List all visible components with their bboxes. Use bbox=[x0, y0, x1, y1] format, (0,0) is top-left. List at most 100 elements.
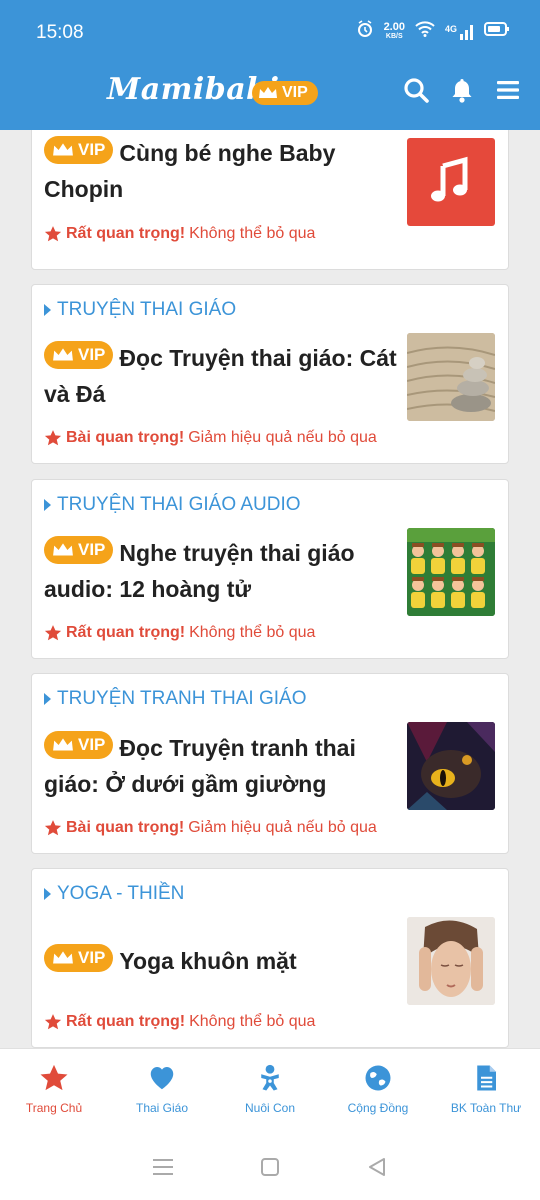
back-triangle-icon bbox=[368, 1158, 385, 1176]
nav-label: Cộng Đồng bbox=[347, 1101, 409, 1115]
nav-item-thai-giao[interactable]: Thai Giáo bbox=[108, 1049, 216, 1134]
lesson-card[interactable]: TRUYỆN TRANH THAI GIÁO VIP Đọc Truyện tr… bbox=[31, 673, 509, 854]
app-actions bbox=[402, 76, 522, 104]
lesson-title: VIP Yoga khuôn mặt bbox=[44, 943, 404, 979]
nav-label: Nuôi Con bbox=[244, 1101, 296, 1115]
search-button[interactable] bbox=[402, 76, 430, 104]
category-label[interactable]: TRUYỆN THAI GIÁO bbox=[44, 299, 236, 321]
category-label[interactable]: TRUYỆN TRANH THAI GIÁO bbox=[44, 688, 307, 710]
lesson-card[interactable]: TRUYỆN THAI GIÁO AUDIO VIP Nghe truyện t… bbox=[31, 479, 509, 659]
importance-desc: Không thể bỏ qua bbox=[189, 1013, 316, 1030]
alarm-icon bbox=[356, 20, 374, 43]
app-bar: Mamibabi VIP bbox=[0, 62, 540, 124]
category-label[interactable]: YOGA - THIỀN bbox=[44, 883, 184, 905]
system-nav-bar bbox=[0, 1134, 540, 1200]
nav-item-nuoi-con[interactable]: Nuôi Con bbox=[216, 1049, 324, 1134]
search-icon bbox=[404, 78, 429, 103]
category-text: TRUYỆN THAI GIÁO AUDIO bbox=[57, 494, 301, 515]
importance-level: Bài quan trọng! bbox=[66, 819, 185, 836]
importance-desc: Không thể bỏ qua bbox=[189, 225, 316, 242]
crown-icon bbox=[53, 348, 73, 361]
square-icon bbox=[260, 1158, 279, 1176]
lesson-card[interactable]: YOGA - THIỀN VIP Yoga khuôn mặt Rất quan… bbox=[31, 868, 509, 1048]
lesson-feed[interactable]: VIP Cùng bé nghe Baby Chopin Rất quan tr… bbox=[0, 130, 540, 1048]
network-speed-value: 2.00 bbox=[383, 20, 405, 33]
home-button[interactable] bbox=[250, 1147, 290, 1187]
nav-label: Thai Giáo bbox=[135, 1101, 189, 1115]
network-type: 4G bbox=[444, 23, 457, 34]
star-icon bbox=[40, 1064, 68, 1091]
face-massage-image bbox=[407, 917, 495, 1005]
vip-badge-label: VIP bbox=[78, 540, 106, 559]
category-text: TRUYỆN THAI GIÁO bbox=[57, 299, 237, 320]
star-icon bbox=[44, 625, 62, 641]
crown-icon bbox=[53, 738, 73, 751]
vip-badge: VIP bbox=[44, 341, 114, 369]
vip-badge-label: VIP bbox=[78, 948, 106, 967]
importance-note: Rất quan trọng! Không thể bỏ qua bbox=[44, 1013, 315, 1031]
caret-right-icon bbox=[44, 888, 51, 900]
importance-desc: Không thể bỏ qua bbox=[189, 624, 316, 641]
vip-badge: VIP bbox=[44, 944, 114, 972]
importance-note: Rất quan trọng! Không thể bỏ qua bbox=[44, 225, 315, 243]
vip-badge: VIP bbox=[44, 731, 114, 759]
category-text: TRUYỆN TRANH THAI GIÁO bbox=[57, 688, 307, 709]
baby-icon bbox=[261, 1064, 279, 1091]
status-time: 15:08 bbox=[36, 22, 84, 43]
importance-desc: Giảm hiệu quả nếu bỏ qua bbox=[188, 819, 377, 836]
wifi-icon bbox=[415, 21, 435, 42]
vip-badge-label: VIP bbox=[78, 345, 106, 364]
back-button[interactable] bbox=[357, 1147, 397, 1187]
top-bar: 15:08 2.00 KB/S 4G Mamibabi VIP bbox=[0, 0, 540, 130]
lesson-thumbnail[interactable] bbox=[407, 138, 495, 226]
crown-icon bbox=[53, 143, 73, 156]
lesson-thumbnail[interactable] bbox=[407, 528, 495, 616]
music-note-icon bbox=[431, 156, 468, 202]
importance-level: Rất quan trọng! bbox=[66, 624, 186, 641]
vip-badge-label: VIP bbox=[78, 140, 106, 159]
importance-level: Bài quan trọng! bbox=[66, 429, 185, 446]
lesson-card[interactable]: VIP Cùng bé nghe Baby Chopin Rất quan tr… bbox=[31, 130, 509, 270]
importance-level: Rất quan trọng! bbox=[66, 225, 186, 242]
nav-item-encyclopedia[interactable]: BK Toàn Thư bbox=[432, 1049, 540, 1134]
caret-right-icon bbox=[44, 304, 51, 316]
importance-note: Bài quan trọng! Giảm hiệu quả nếu bỏ qua bbox=[44, 429, 377, 447]
status-bar: 15:08 2.00 KB/S 4G bbox=[0, 0, 540, 62]
nav-item-home[interactable]: Trang Chủ bbox=[0, 1049, 108, 1134]
vip-badge-label: VIP bbox=[78, 735, 106, 754]
zen-stones-image bbox=[407, 333, 495, 421]
vip-badge: VIP bbox=[44, 536, 114, 564]
status-icons: 2.00 KB/S 4G bbox=[356, 20, 510, 43]
menu-lines-icon bbox=[153, 1159, 174, 1175]
lesson-card[interactable]: TRUYỆN THAI GIÁO VIP Đọc Truyện thai giá… bbox=[31, 284, 509, 464]
caret-right-icon bbox=[44, 499, 51, 511]
vip-badge-label: VIP bbox=[282, 84, 308, 101]
importance-level: Rất quan trọng! bbox=[66, 1013, 186, 1030]
nav-label: BK Toàn Thư bbox=[450, 1101, 522, 1115]
crown-icon bbox=[53, 543, 73, 556]
lesson-title: VIP Đọc Truyện tranh thai giáo: Ở dưới g… bbox=[44, 730, 404, 802]
recent-apps-button[interactable] bbox=[143, 1147, 183, 1187]
network-speed: 2.00 KB/S bbox=[383, 20, 405, 42]
twelve-princes-image bbox=[407, 528, 495, 616]
category-label[interactable]: TRUYỆN THAI GIÁO AUDIO bbox=[44, 494, 301, 516]
lesson-title-text: Yoga khuôn mặt bbox=[119, 948, 297, 974]
network-speed-unit: KB/S bbox=[385, 32, 403, 40]
importance-note: Bài quan trọng! Giảm hiệu quả nếu bỏ qua bbox=[44, 819, 377, 837]
lesson-thumbnail[interactable] bbox=[407, 333, 495, 421]
vip-badge[interactable]: VIP bbox=[252, 81, 318, 105]
lesson-thumbnail[interactable] bbox=[407, 917, 495, 1005]
caret-right-icon bbox=[44, 693, 51, 705]
lesson-thumbnail[interactable] bbox=[407, 722, 495, 810]
battery-icon bbox=[484, 22, 510, 41]
notifications-button[interactable] bbox=[448, 76, 476, 104]
nav-item-community[interactable]: Cộng Đồng bbox=[324, 1049, 432, 1134]
globe-icon bbox=[365, 1065, 391, 1091]
importance-note: Rất quan trọng! Không thể bỏ qua bbox=[44, 624, 315, 642]
lesson-title: VIP Nghe truyện thai giáo audio: 12 hoàn… bbox=[44, 535, 404, 607]
importance-desc: Giảm hiệu quả nếu bỏ qua bbox=[188, 429, 377, 446]
lesson-title: VIP Cùng bé nghe Baby Chopin bbox=[44, 135, 404, 207]
crown-icon bbox=[53, 951, 73, 964]
crown-icon bbox=[259, 87, 277, 98]
menu-button[interactable] bbox=[494, 76, 522, 104]
